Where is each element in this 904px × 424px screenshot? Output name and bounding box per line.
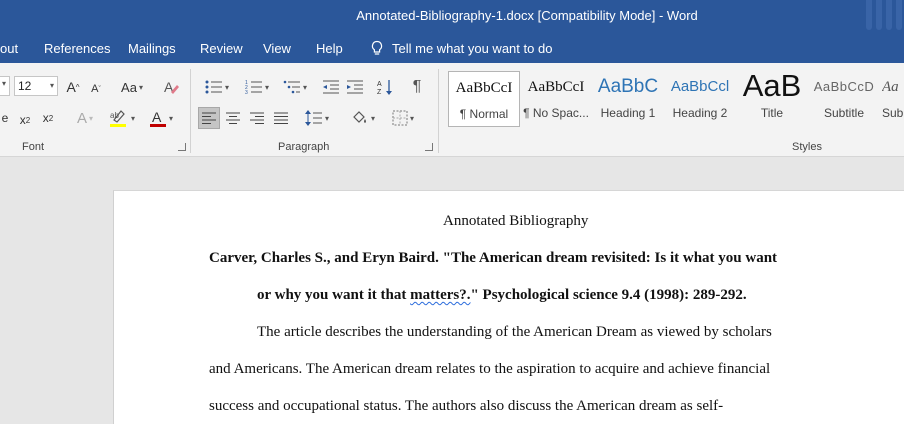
tab-layout[interactable]: out <box>0 41 18 56</box>
title-bar: Annotated-Bibliography-1.docx [Compatibi… <box>0 0 904 34</box>
style-normal[interactable]: AaBbCcI ¶ Normal <box>448 71 520 127</box>
title-bar-pattern <box>864 0 904 30</box>
justify-icon[interactable] <box>270 107 292 129</box>
chevron-down-icon: ▾ <box>49 81 54 90</box>
document-heading: Annotated Bibliography <box>443 213 589 229</box>
citation-line-2: or why you want it that matters?." Psych… <box>257 287 747 304</box>
svg-text:A: A <box>377 81 382 88</box>
styles-group-label: Styles <box>792 141 822 153</box>
svg-text:Z: Z <box>377 89 382 96</box>
style-no-spacing[interactable]: AaBbCcI ¶ No Spac... <box>520 71 592 127</box>
font-group-label: Font <box>22 141 45 153</box>
group-divider <box>438 69 439 153</box>
superscript-icon[interactable]: x2 <box>38 107 58 129</box>
multilevel-list-icon <box>283 80 300 94</box>
highlighter-icon: ab <box>109 110 126 127</box>
style-title[interactable]: AaB Title <box>736 71 808 127</box>
tell-me-label: Tell me what you want to do <box>392 40 553 56</box>
style-subtitle[interactable]: AaBbCcD Subtitle <box>808 71 880 127</box>
numbering-button[interactable]: 1 2 3 ▾ <box>240 76 274 98</box>
svg-text:3: 3 <box>245 90 248 95</box>
tab-help[interactable]: Help <box>316 41 343 56</box>
bullets-icon <box>205 80 222 94</box>
tab-review[interactable]: Review <box>200 41 243 56</box>
font-color-button[interactable]: A ▾ <box>144 107 178 129</box>
grow-font-icon[interactable]: A ^ <box>64 76 82 98</box>
font-size-box[interactable]: 12 ▾ <box>14 76 58 96</box>
bullets-button[interactable]: ▾ <box>200 76 234 98</box>
tab-view[interactable]: View <box>263 41 291 56</box>
tab-mailings[interactable]: Mailings <box>128 41 176 56</box>
subscript-icon[interactable]: x2 <box>16 109 34 131</box>
ribbon-tabs: out References Mailings Review View Help… <box>0 34 904 63</box>
clear-formatting-icon[interactable]: A <box>161 76 181 98</box>
strikethrough-icon[interactable]: e <box>0 107 10 129</box>
numbering-icon: 123 <box>245 80 262 95</box>
line-spacing-icon <box>304 110 322 126</box>
multilevel-list-button[interactable]: ▾ <box>278 76 312 98</box>
shading-button[interactable]: ▾ <box>346 107 380 129</box>
text-effects-icon[interactable]: A ▾ <box>70 107 100 129</box>
style-subtle-emphasis[interactable]: Aa Sub <box>876 71 904 127</box>
line-spacing-button[interactable]: ▾ <box>300 107 334 129</box>
lightbulb-icon <box>371 40 383 55</box>
borders-button[interactable]: ▾ <box>386 107 420 129</box>
font-size-value: 12 <box>18 79 32 93</box>
font-dialog-launcher-icon[interactable] <box>178 143 186 151</box>
ribbon: ▾ 12 ▾ A ^ Aˇ Aa ▾ A e x2 x2 A ▾ ab ▾ A ▾ Fon… <box>0 63 904 157</box>
svg-text:A: A <box>152 109 162 125</box>
borders-icon <box>392 110 408 126</box>
tab-references[interactable]: References <box>44 41 110 56</box>
change-case-button[interactable]: Aa ▾ <box>116 76 148 98</box>
align-center-icon[interactable] <box>222 107 244 129</box>
body-line-3: success and occupational status. The aut… <box>209 398 724 414</box>
align-right-icon[interactable] <box>246 107 268 129</box>
increase-indent-icon[interactable] <box>344 76 366 98</box>
document-page[interactable]: Annotated Bibliography Carver, Charles S… <box>113 190 904 424</box>
body-line-1: The article describes the understanding … <box>257 324 772 340</box>
font-color-icon: A <box>149 109 166 127</box>
group-divider <box>190 69 191 153</box>
paragraph-group-label: Paragraph <box>278 141 330 153</box>
shrink-font-icon[interactable]: Aˇ <box>88 78 104 100</box>
decrease-indent-icon[interactable] <box>320 76 342 98</box>
svg-text:ab: ab <box>110 111 119 120</box>
paragraph-dialog-launcher-icon[interactable] <box>425 143 433 151</box>
citation-line-2-end: " Psychological science 9.4 (1998): 289-… <box>470 287 747 303</box>
change-case-label: Aa <box>121 79 137 95</box>
highlight-color-button[interactable]: ab ▾ <box>106 107 138 129</box>
document-canvas: Annotated Bibliography Carver, Charles S… <box>0 158 904 424</box>
style-heading-1[interactable]: AaBbC Heading 1 <box>592 71 664 127</box>
paint-bucket-icon <box>353 111 366 123</box>
citation-line-1: Carver, Charles S., and Eryn Baird. "The… <box>209 250 778 266</box>
window-title: Annotated-Bibliography-1.docx [Compatibi… <box>356 8 698 23</box>
show-formatting-marks-icon[interactable]: ¶ <box>406 76 428 98</box>
spelling-flag[interactable]: matters?. <box>410 287 470 303</box>
body-line-2: and Americans. The American dream relate… <box>209 361 771 377</box>
sort-icon[interactable]: AZ <box>374 76 396 98</box>
citation-line-2-start: or why you want it that <box>257 287 411 303</box>
align-left-icon[interactable] <box>198 107 220 129</box>
tell-me-search[interactable]: Tell me what you want to do <box>370 40 552 56</box>
style-heading-2[interactable]: AaBbCcl Heading 2 <box>664 71 736 127</box>
font-name-box[interactable]: ▾ <box>0 76 10 96</box>
